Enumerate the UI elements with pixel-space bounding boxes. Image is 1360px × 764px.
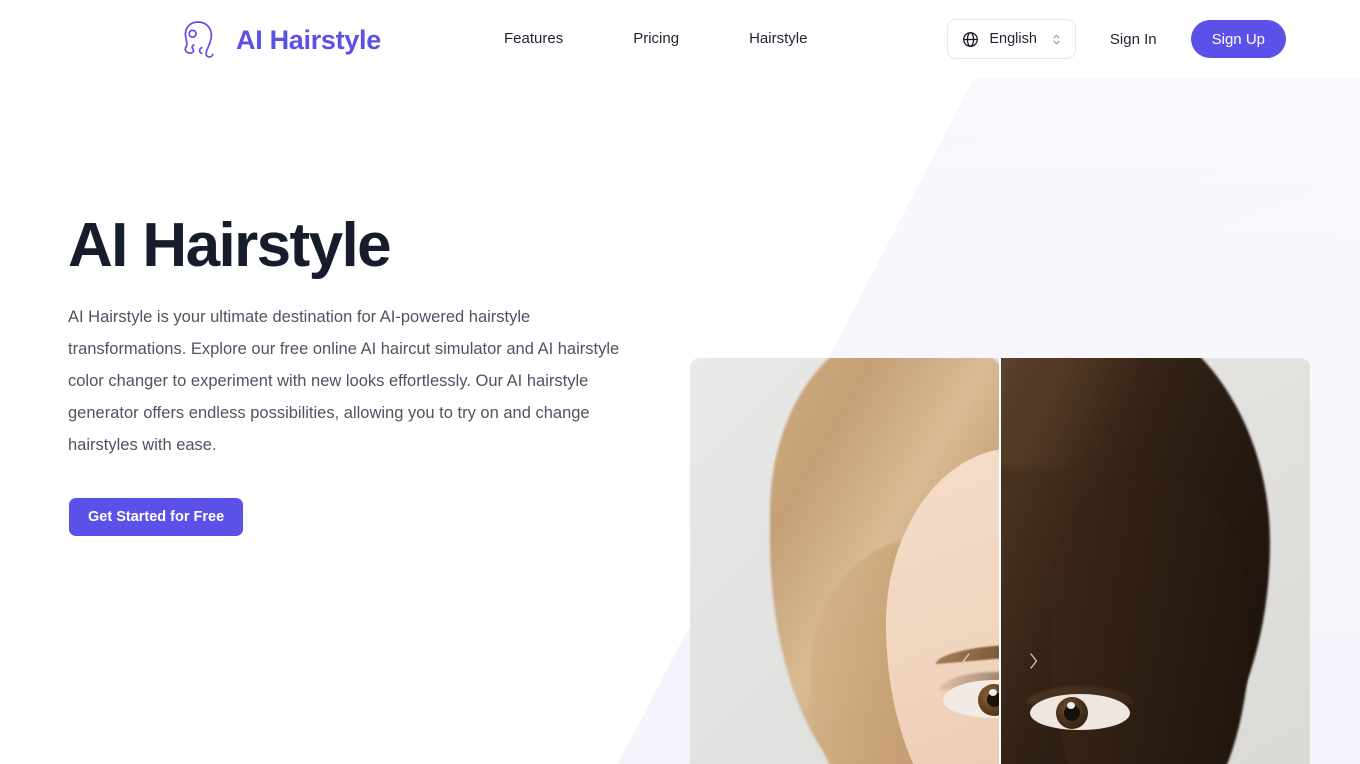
before-after-comparison[interactable] [690, 358, 1310, 764]
hero-description: AI Hairstyle is your ultimate destinatio… [68, 308, 620, 454]
sign-in-button[interactable]: Sign In [1106, 23, 1161, 56]
brand-name: AI Hairstyle [236, 24, 381, 55]
header-actions: English Sign In Sign Up [947, 19, 1286, 59]
nav-link-hairstyle[interactable]: Hairstyle [749, 29, 807, 49]
site-header: AI Hairstyle Features Pricing Hairstyle … [0, 0, 1360, 78]
comparison-slider-handle[interactable] [960, 644, 1040, 678]
brand-logo[interactable]: AI Hairstyle [176, 18, 381, 62]
page-title: AI Hairstyle [68, 211, 392, 280]
comparison-after-image [1000, 358, 1310, 764]
chevron-up-down-icon [1047, 32, 1062, 47]
chevron-right-icon[interactable] [1027, 651, 1040, 671]
hair-profile-icon [176, 18, 220, 62]
nav-link-pricing[interactable]: Pricing [633, 29, 679, 49]
nav-link-features[interactable]: Features [504, 29, 563, 49]
get-started-button[interactable]: Get Started for Free [69, 498, 244, 536]
comparison-before-image [690, 358, 999, 764]
sign-up-button[interactable]: Sign Up [1190, 20, 1286, 58]
chevron-left-icon[interactable] [960, 651, 973, 671]
language-selector[interactable]: English [947, 19, 1076, 59]
comparison-divider[interactable] [999, 358, 1001, 764]
globe-icon [962, 31, 979, 48]
language-value: English [989, 31, 1037, 47]
landing-page: AI Hairstyle Features Pricing Hairstyle … [0, 0, 1360, 764]
main-navigation: Features Pricing Hairstyle [504, 29, 807, 49]
